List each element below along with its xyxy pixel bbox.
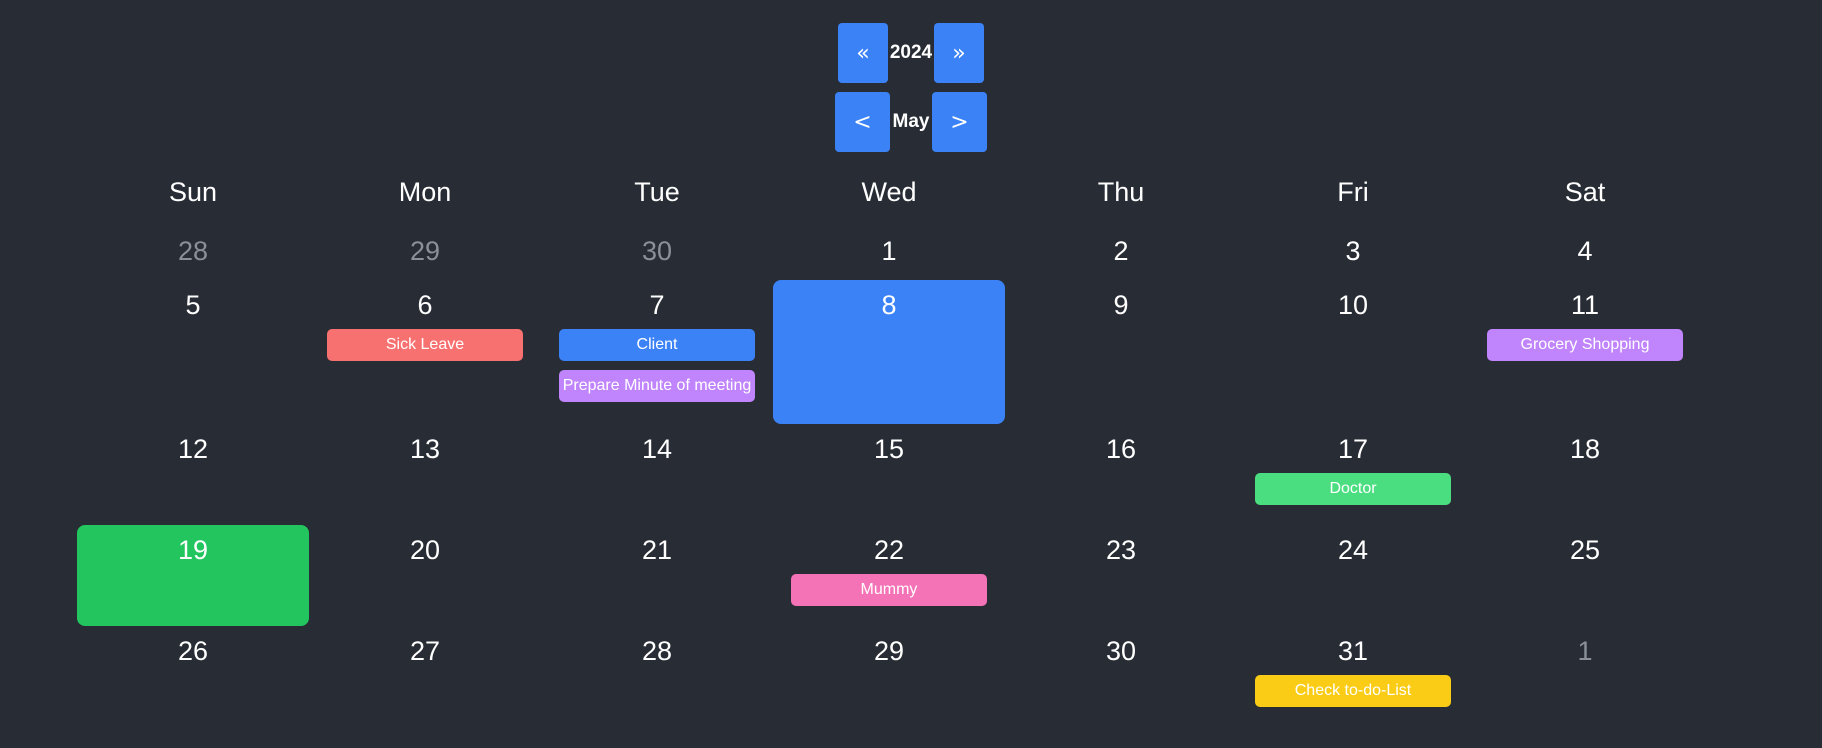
weekday-sun: Sun (168, 177, 218, 207)
day-number: 2 (1113, 236, 1129, 266)
previous-month-button[interactable]: < (835, 92, 890, 152)
day-cell[interactable]: 31 Check to-do-List (1237, 626, 1469, 748)
day-cell[interactable]: 29 (309, 226, 541, 280)
day-number: 31 (1337, 636, 1369, 666)
day-cell[interactable]: 4 (1469, 226, 1701, 280)
day-cell[interactable]: 16 (1005, 424, 1237, 525)
day-number: 22 (873, 535, 905, 565)
event-chip[interactable]: Client (559, 329, 755, 361)
day-number: 26 (177, 636, 209, 666)
day-cell[interactable]: 28 (77, 226, 309, 280)
day-number: 5 (185, 290, 201, 320)
day-number: 8 (881, 290, 897, 320)
day-number: 30 (1105, 636, 1137, 666)
day-number: 9 (1113, 290, 1129, 320)
day-number: 10 (1337, 290, 1369, 320)
day-number: 17 (1337, 434, 1369, 464)
event-chip[interactable]: Doctor (1255, 473, 1451, 505)
weekday-wed: Wed (861, 177, 917, 207)
weekday-mon: Mon (398, 177, 452, 207)
day-number: 30 (641, 236, 673, 266)
day-cell[interactable]: 25 (1469, 525, 1701, 626)
day-cell[interactable]: 23 (1005, 525, 1237, 626)
day-number: 25 (1569, 535, 1601, 565)
day-cell[interactable]: 5 (77, 280, 309, 424)
month-navigation: < May > (0, 92, 1822, 152)
day-cell[interactable]: 30 (541, 226, 773, 280)
day-cell[interactable]: 2 (1005, 226, 1237, 280)
month-label: May (892, 111, 930, 132)
day-cell[interactable]: 28 (541, 626, 773, 748)
day-number: 13 (409, 434, 441, 464)
day-number: 4 (1577, 236, 1593, 266)
day-cell[interactable]: 1 (1469, 626, 1701, 748)
day-cell[interactable]: 6 Sick Leave (309, 280, 541, 424)
day-cell[interactable]: 10 (1237, 280, 1469, 424)
day-cell[interactable]: 18 (1469, 424, 1701, 525)
weekday-header: Sun Mon Tue Wed Thu Fri Sat (77, 172, 1701, 212)
day-cell[interactable]: 26 (77, 626, 309, 748)
next-year-button[interactable]: » (934, 23, 984, 83)
previous-year-button[interactable]: « (838, 23, 888, 83)
day-number: 28 (641, 636, 673, 666)
day-number: 12 (177, 434, 209, 464)
day-cell[interactable]: 30 (1005, 626, 1237, 748)
day-cell[interactable]: 24 (1237, 525, 1469, 626)
day-cell[interactable]: 21 (541, 525, 773, 626)
event-chip[interactable]: Grocery Shopping (1487, 329, 1683, 361)
day-number: 7 (649, 290, 665, 320)
event-chip[interactable]: Prepare Minute of meeting (559, 370, 755, 402)
day-number: 6 (417, 290, 433, 320)
day-cell[interactable]: 12 (77, 424, 309, 525)
day-cell[interactable]: 3 (1237, 226, 1469, 280)
weekday-fri: Fri (1337, 177, 1369, 207)
day-number: 23 (1105, 535, 1137, 565)
day-number: 24 (1337, 535, 1369, 565)
day-cell-today[interactable]: 19 (77, 525, 309, 626)
year-label: 2024 (889, 42, 933, 63)
day-number: 14 (641, 434, 673, 464)
day-number: 3 (1345, 236, 1361, 266)
day-number: 18 (1569, 434, 1601, 464)
day-cell-selected[interactable]: 8 (773, 280, 1005, 424)
day-number: 16 (1105, 434, 1137, 464)
day-number: 1 (881, 236, 897, 266)
day-number: 15 (873, 434, 905, 464)
weekday-sat: Sat (1564, 177, 1606, 207)
day-cell[interactable]: 27 (309, 626, 541, 748)
day-cell[interactable]: 7 Client Prepare Minute of meeting (541, 280, 773, 424)
day-number: 28 (177, 236, 209, 266)
day-cell[interactable]: 14 (541, 424, 773, 525)
event-chip[interactable]: Mummy (791, 574, 987, 606)
day-cell[interactable]: 9 (1005, 280, 1237, 424)
weekday-tue: Tue (634, 177, 680, 207)
day-number: 11 (1570, 290, 1600, 320)
day-number: 21 (641, 535, 673, 565)
day-number: 19 (177, 535, 209, 565)
day-cell[interactable]: 22 Mummy (773, 525, 1005, 626)
day-number: 27 (409, 636, 441, 666)
day-cell[interactable]: 29 (773, 626, 1005, 748)
next-month-button[interactable]: > (932, 92, 987, 152)
event-chip[interactable]: Sick Leave (327, 329, 523, 361)
year-navigation: « 2024 » (0, 23, 1822, 83)
day-cell[interactable]: 17 Doctor (1237, 424, 1469, 525)
day-number: 29 (409, 236, 441, 266)
calendar-grid: 28 29 30 1 2 3 4 5 6 Sick Leave 7 Client Prepare Min… (77, 226, 1701, 748)
weekday-thu: Thu (1097, 177, 1145, 207)
day-cell[interactable]: 11 Grocery Shopping (1469, 280, 1701, 424)
day-number: 29 (873, 636, 905, 666)
event-chip[interactable]: Check to-do-List (1255, 675, 1451, 707)
day-cell[interactable]: 1 (773, 226, 1005, 280)
day-number: 20 (409, 535, 441, 565)
day-cell[interactable]: 15 (773, 424, 1005, 525)
day-cell[interactable]: 20 (309, 525, 541, 626)
day-number: 1 (1577, 636, 1593, 666)
calendar-page: « 2024 » < May > Sun Mon Tue Wed Thu Fri… (0, 0, 1822, 748)
day-cell[interactable]: 13 (309, 424, 541, 525)
